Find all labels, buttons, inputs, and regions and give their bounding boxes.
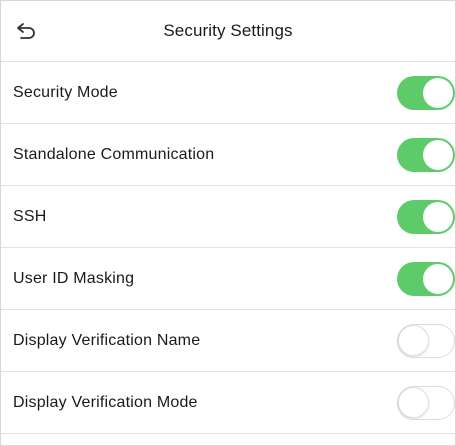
setting-label: Security Mode bbox=[13, 83, 118, 101]
display-verification-mode-toggle[interactable] bbox=[397, 385, 455, 420]
setting-label: Display Verification Name bbox=[13, 331, 201, 349]
setting-label: Display Verification Mode bbox=[13, 393, 198, 411]
toggle-knob bbox=[423, 77, 453, 108]
display-verification-name-toggle[interactable] bbox=[397, 323, 455, 358]
setting-row-security-mode[interactable]: Security Mode bbox=[1, 62, 455, 124]
ssh-toggle[interactable] bbox=[397, 199, 455, 234]
setting-row-display-verification-name[interactable]: Display Verification Name bbox=[1, 310, 455, 372]
setting-label: Standalone Communication bbox=[13, 145, 215, 163]
setting-label: SSH bbox=[13, 207, 47, 225]
setting-row-standalone-communication[interactable]: Standalone Communication bbox=[1, 124, 455, 186]
toggle-knob bbox=[423, 139, 453, 170]
back-arrow-icon bbox=[15, 21, 37, 44]
back-button[interactable] bbox=[13, 21, 39, 43]
toggle-knob bbox=[398, 386, 429, 418]
toggle-knob bbox=[423, 263, 453, 294]
standalone-communication-toggle[interactable] bbox=[397, 137, 455, 172]
toggle-knob bbox=[398, 324, 429, 356]
page-title: Security Settings bbox=[163, 21, 293, 40]
toggle-knob bbox=[423, 201, 453, 232]
settings-list: Security Mode Standalone Communication S… bbox=[1, 62, 455, 434]
security-mode-toggle[interactable] bbox=[397, 75, 455, 110]
security-settings-screen: Security Settings Security Mode Standalo… bbox=[0, 0, 456, 446]
setting-row-display-verification-mode[interactable]: Display Verification Mode bbox=[1, 372, 455, 434]
setting-row-ssh[interactable]: SSH bbox=[1, 186, 455, 248]
setting-row-user-id-masking[interactable]: User ID Masking bbox=[1, 248, 455, 310]
setting-label: User ID Masking bbox=[13, 269, 135, 287]
user-id-masking-toggle[interactable] bbox=[397, 261, 455, 296]
header-bar: Security Settings bbox=[1, 1, 455, 62]
